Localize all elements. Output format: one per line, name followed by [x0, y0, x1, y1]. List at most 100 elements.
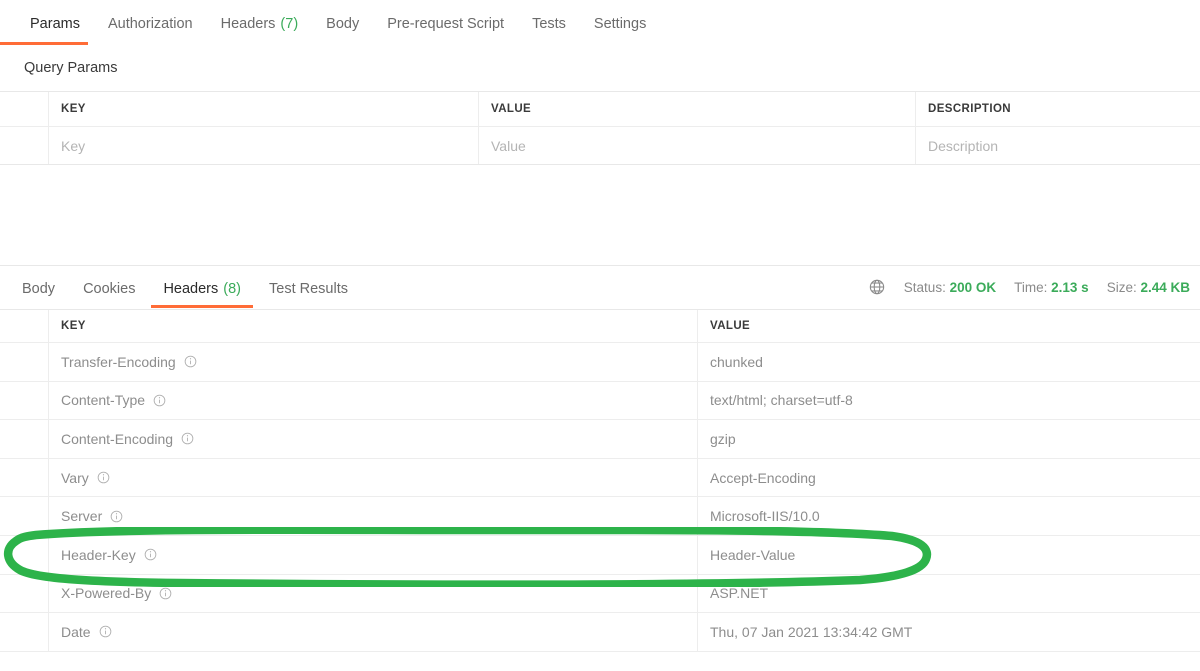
response-header-key-text: Content-Encoding — [61, 430, 174, 447]
tab-params[interactable]: Params — [16, 0, 94, 48]
response-header-key-cell: Content-Encoding — [48, 420, 697, 458]
info-icon[interactable] — [176, 355, 197, 368]
request-tab-bar: Params Authorization Headers (7) Body Pr… — [0, 0, 1200, 48]
response-header-gutter-cell — [0, 420, 48, 458]
tab-headers-count: (7) — [280, 16, 299, 32]
response-header-value-cell: Thu, 07 Jan 2021 13:34:42 GMT — [697, 613, 1200, 651]
query-params-key-input[interactable]: Key — [48, 127, 478, 164]
response-tab-cookies-label: Cookies — [83, 281, 136, 297]
query-params-value-header: VALUE — [478, 92, 915, 126]
query-params-table: KEY VALUE DESCRIPTION Key Value Descript… — [0, 91, 1200, 165]
response-header-gutter-cell — [0, 613, 48, 651]
tab-headers-label: Headers — [220, 16, 276, 32]
table-row[interactable]: Date Thu, 07 Jan 2021 13:34:42 GMT — [0, 613, 1200, 652]
response-header-gutter-cell — [0, 536, 48, 574]
response-header-value-cell: Microsoft-IIS/10.0 — [697, 497, 1200, 535]
response-tab-body-label: Body — [22, 281, 56, 297]
response-tab-bar: Body Cookies Headers (8) Test Results — [8, 272, 362, 308]
tab-body-label: Body — [326, 16, 360, 32]
response-header-key-cell: Header-Key — [48, 535, 697, 574]
query-params-header-row: KEY VALUE DESCRIPTION — [0, 92, 1200, 126]
tab-tests[interactable]: Tests — [518, 0, 580, 48]
table-row-highlighted[interactable]: Header-Key Header-Value — [0, 535, 1200, 575]
table-row[interactable]: X-Powered-By ASP.NET — [0, 574, 1200, 614]
response-headers-gutter-header — [0, 310, 48, 342]
response-header-key-text: X-Powered-By — [61, 585, 152, 602]
response-header-value-cell: Accept-Encoding — [697, 458, 1200, 497]
info-icon[interactable] — [151, 587, 172, 600]
info-icon[interactable] — [89, 471, 110, 484]
response-header-value-cell: gzip — [697, 420, 1200, 458]
response-header-gutter-cell — [0, 382, 48, 420]
info-icon[interactable] — [136, 548, 157, 561]
response-header-value-cell: ASP.NET — [697, 574, 1200, 613]
query-params-description-header: DESCRIPTION — [915, 92, 1200, 126]
size-group[interactable]: Size: 2.44 KB — [1107, 280, 1190, 295]
tab-headers[interactable]: Headers (7) — [207, 0, 313, 48]
response-tab-body[interactable]: Body — [8, 272, 69, 306]
time-group[interactable]: Time: 2.13 s — [1014, 280, 1089, 295]
response-header-key-cell: Date — [48, 613, 697, 651]
response-headers-value-header: VALUE — [697, 310, 1200, 342]
response-status-bar: Status: 200 OK Time: 2.13 s Size: 2.44 K… — [868, 278, 1190, 296]
tab-authorization[interactable]: Authorization — [94, 0, 207, 48]
response-header-gutter-cell — [0, 497, 48, 535]
response-header-key-text: Content-Type — [61, 392, 146, 409]
tab-settings[interactable]: Settings — [580, 0, 660, 48]
response-header-gutter-cell — [0, 575, 48, 613]
globe-icon — [868, 278, 886, 296]
tab-body[interactable]: Body — [312, 0, 373, 48]
response-header-gutter-cell — [0, 459, 48, 497]
response-header-gutter-cell — [0, 343, 48, 381]
query-params-title: Query Params — [24, 60, 118, 76]
response-header-value-cell: text/html; charset=utf-8 — [697, 381, 1200, 420]
tab-pre-request-script-label: Pre-request Script — [387, 16, 505, 32]
status-value: 200 OK — [949, 279, 997, 295]
query-params-description-input[interactable]: Description — [915, 127, 1200, 164]
response-header-key-text: Date — [61, 623, 91, 640]
response-tab-test-results-label: Test Results — [269, 281, 348, 297]
table-row[interactable]: Vary Accept-Encoding — [0, 458, 1200, 498]
time-value: 2.13 s — [1051, 279, 1089, 295]
status-label: Status: — [903, 279, 946, 295]
table-row[interactable]: Content-Type text/html; charset=utf-8 — [0, 381, 1200, 421]
query-params-key-header: KEY — [48, 92, 478, 126]
size-value: 2.44 KB — [1140, 279, 1190, 295]
info-icon[interactable] — [145, 394, 166, 407]
response-tab-test-results[interactable]: Test Results — [255, 272, 362, 306]
size-label: Size: — [1106, 279, 1137, 295]
info-icon[interactable] — [102, 510, 123, 523]
response-header-key-text: Vary — [61, 469, 89, 486]
response-header-key-cell: Transfer-Encoding — [48, 343, 697, 381]
query-params-value-input[interactable]: Value — [478, 127, 915, 164]
info-icon[interactable] — [91, 625, 112, 638]
query-params-row[interactable]: Key Value Description — [0, 126, 1200, 164]
tab-authorization-label: Authorization — [107, 16, 193, 32]
response-header-key-cell: Vary — [48, 458, 697, 497]
tab-params-label: Params — [30, 16, 80, 32]
table-row[interactable]: Server Microsoft-IIS/10.0 — [0, 497, 1200, 536]
response-headers-key-header: KEY — [48, 310, 697, 342]
response-header-key-cell: X-Powered-By — [48, 574, 697, 613]
postman-request-response-pane: Params Authorization Headers (7) Body Pr… — [0, 0, 1200, 671]
response-headers-header-row: KEY VALUE — [0, 310, 1200, 343]
response-tab-headers-label: Headers — [163, 281, 219, 297]
query-params-gutter-header — [0, 92, 48, 126]
time-label: Time: — [1014, 279, 1048, 295]
info-icon[interactable] — [173, 432, 194, 445]
status-code-group[interactable]: Status: 200 OK — [904, 280, 996, 295]
tab-tests-label: Tests — [532, 16, 566, 32]
table-row[interactable]: Transfer-Encoding chunked — [0, 343, 1200, 382]
response-tab-headers[interactable]: Headers (8) — [149, 272, 255, 308]
response-headers-table: KEY VALUE Transfer-Encoding chunked Cont… — [0, 309, 1200, 652]
query-params-row-checkbox-cell[interactable] — [0, 127, 48, 164]
response-header-key-cell: Server — [48, 497, 697, 535]
tab-settings-label: Settings — [593, 16, 647, 32]
response-tab-cookies[interactable]: Cookies — [69, 272, 149, 306]
table-row[interactable]: Content-Encoding gzip — [0, 420, 1200, 459]
response-section-divider — [0, 265, 1200, 266]
active-tab-indicator — [0, 42, 88, 45]
response-header-value-cell: chunked — [697, 343, 1200, 381]
tab-pre-request-script[interactable]: Pre-request Script — [373, 0, 518, 48]
response-header-key-text: Header-Key — [61, 546, 136, 563]
